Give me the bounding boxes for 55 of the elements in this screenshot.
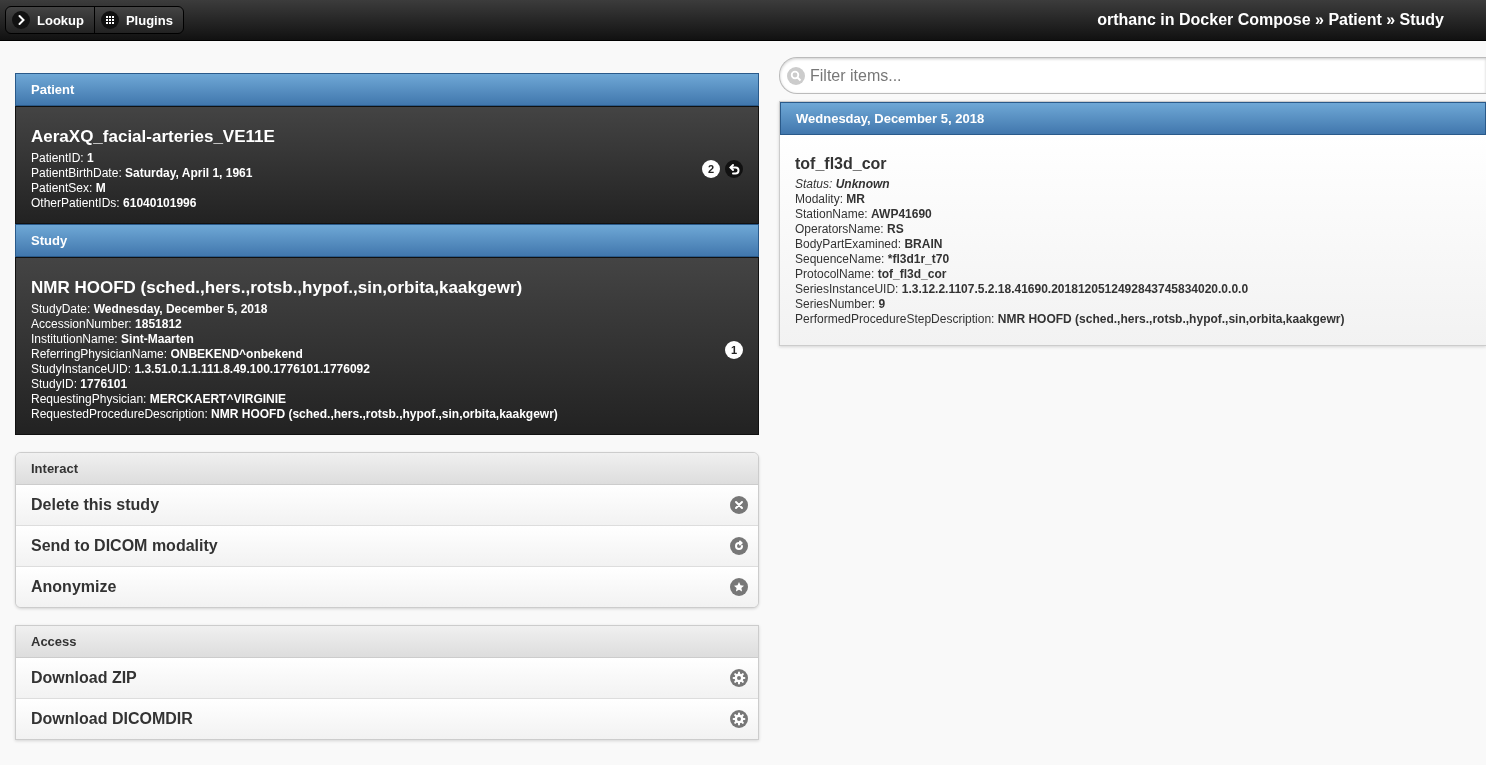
field-line: SeriesInstanceUID: 1.3.12.2.1107.5.2.18.41690.2018120512492843745834020.0.0.0	[795, 282, 1250, 297]
field-line: OperatorsName: RS	[795, 222, 905, 237]
field-line: PerformedProcedureStepDescription: NMR HOOFD (sched.,hers.,rotsb.,hypof.,sin,orbita,kaakgewr)	[795, 312, 1346, 327]
field-line: Modality: MR	[795, 192, 867, 207]
close-icon	[730, 496, 748, 514]
status-line: Status: Unknown	[795, 177, 891, 192]
gear-icon	[730, 669, 748, 687]
field-line: PatientBirthDate: Saturday, April 1, 1961	[31, 166, 254, 181]
action-item[interactable]: Anonymize	[16, 566, 758, 607]
record-title: AeraXQ_facial-arteries_VE11E	[31, 127, 276, 147]
action-label: Download ZIP	[31, 669, 137, 687]
action-label: Send to DICOM modality	[31, 537, 218, 555]
field-line: StationName: AWP41690	[795, 207, 933, 222]
field-line: StudyID: 1776101	[31, 377, 129, 392]
nav-button[interactable]: Plugins	[93, 7, 183, 33]
gear-icon	[730, 710, 748, 728]
section-header: Study	[15, 224, 759, 257]
study-card[interactable]	[15, 257, 759, 435]
field-line: BodyPartExamined: BRAIN	[795, 237, 944, 252]
action-item[interactable]: Delete this study	[16, 485, 758, 525]
search-field[interactable]: Filter items...	[779, 57, 1486, 94]
nav-button[interactable]: Lookup	[6, 7, 94, 33]
field-line: InstitutionName: Sint-Maarten	[31, 332, 195, 347]
date-header: Wednesday, December 5, 2018	[780, 102, 1486, 135]
breadcrumb: orthanc in Docker Compose » Patient » Study	[1097, 11, 1444, 29]
field-line: ReferringPhysicianName: ONBEKEND^onbekend	[31, 347, 304, 362]
grid-icon	[100, 11, 119, 29]
field-line: StudyInstanceUID: 1.3.51.0.1.1.111.8.49.100.1776101.1776092	[31, 362, 371, 377]
action-label: Delete this study	[31, 496, 160, 514]
panel-header: Access	[16, 626, 758, 658]
action-item[interactable]: Download ZIP	[16, 658, 758, 698]
field-line: OtherPatientIDs: 61040101996	[31, 196, 198, 211]
field-line: RequestingPhysician: MERCKAERT^VIRGINIE	[31, 392, 288, 407]
chevron-right-icon	[12, 11, 30, 29]
field-line: PatientID: 1	[31, 151, 95, 166]
action-label: Download DICOMDIR	[31, 710, 193, 728]
record-title: NMR HOOFD (sched.,hers.,rotsb.,hypof.,sin,orbita,kaakgewr)	[31, 278, 524, 298]
action-label: Anonymize	[31, 578, 117, 596]
field-line: SeriesNumber: 9	[795, 297, 887, 312]
series-card[interactable]	[780, 135, 1486, 345]
field-line: ProtocolName: tof_fl3d_cor	[795, 267, 948, 282]
series-title: tof_fl3d_cor	[795, 155, 888, 173]
panel-header: Interact	[16, 453, 758, 485]
action-item[interactable]: Download DICOMDIR	[16, 698, 758, 739]
field-line: AccessionNumber: 1851812	[31, 317, 183, 332]
action-item[interactable]: Send to DICOM modality	[16, 525, 758, 566]
count-badge: 2	[702, 160, 720, 178]
patient-card[interactable]: AeraXQ_facial-arteries_VE11E PatientID: 1 PatientBirthDate: Saturday, April 1, 1961 PatientSex: M OtherPatientIDs: 61040101996 2	[15, 106, 759, 224]
search-icon	[787, 67, 805, 85]
field-line: RequestedProcedureDescription: NMR HOOFD (sched.,hers.,rotsb.,hypof.,sin,orbita,kaakgewr)	[31, 407, 559, 422]
count-badge: 1	[725, 341, 743, 359]
field-line: PatientSex: M	[31, 181, 107, 196]
field-line: SequenceName: *fl3d1r_t70	[795, 252, 951, 267]
field-line: StudyDate: Wednesday, December 5, 2018	[31, 302, 269, 317]
section-header: Patient	[15, 73, 759, 106]
